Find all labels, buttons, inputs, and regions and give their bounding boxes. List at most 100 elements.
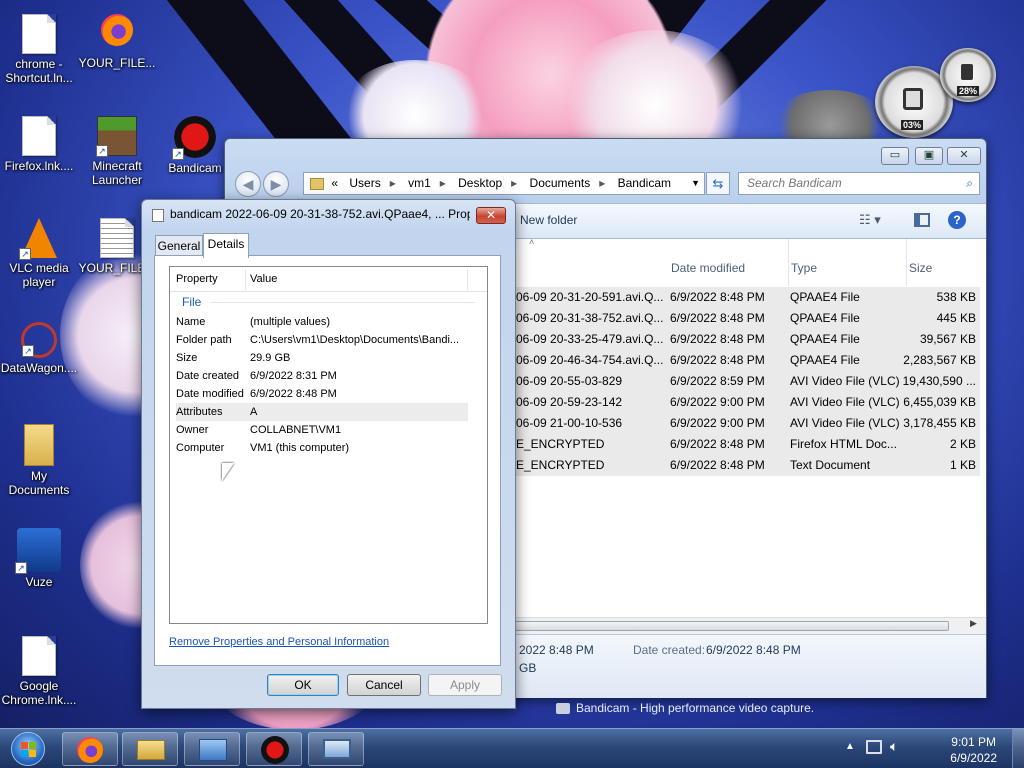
scrollbar-thumb[interactable] (511, 621, 949, 631)
desktop-icon-bandicam[interactable]: ↗ Bandicam (156, 116, 234, 175)
breadcrumb-users[interactable]: Users (349, 173, 380, 194)
search-placeholder: Search Bandicam (747, 176, 842, 190)
show-desktop-button[interactable] (1012, 729, 1024, 768)
taskbar-explorer[interactable] (122, 732, 178, 766)
dialog-file-icon (152, 209, 164, 222)
dialog-close-button[interactable]: ✕ (476, 207, 506, 224)
refresh-button[interactable]: ⇆ (706, 172, 730, 195)
taskbar: ▲ 🔈︎ 9:01 PM 6/9/2022 (0, 728, 1024, 768)
view-options-icon[interactable]: ☷ ▾ (859, 212, 881, 228)
file-type: AVI Video File (VLC) (790, 374, 900, 388)
property-row-name[interactable]: Name (multiple values) (176, 313, 468, 331)
scroll-right-icon[interactable]: ▶ (970, 618, 977, 629)
network-icon[interactable] (866, 740, 882, 754)
breadcrumb-documents[interactable]: Documents (530, 173, 591, 194)
desktop-icon-my-documents[interactable]: My Documents (0, 424, 78, 497)
minimize-button[interactable]: ▭ (881, 147, 909, 165)
column-header-size[interactable]: Size (909, 239, 980, 286)
breadcrumb-vm1[interactable]: vm1 (408, 173, 431, 194)
desktop-icon-label: Vuze (25, 575, 53, 589)
column-header-date-modified[interactable]: Date modified (671, 239, 789, 286)
desktop-icon-label: VLC media player (9, 261, 69, 289)
shortcut-arrow-icon: ↗ (172, 148, 184, 160)
column-header-type[interactable]: Type (791, 239, 907, 286)
property-value: 6/9/2022 8:48 PM (250, 388, 337, 400)
breadcrumb-overflow[interactable]: « (331, 173, 338, 194)
breadcrumb-bandicam[interactable]: Bandicam (618, 173, 671, 194)
desktop-icon-minecraft[interactable]: ↗ Minecraft Launcher (78, 116, 156, 187)
property-key: Date modified (176, 388, 244, 400)
shortcut-arrow-icon: ↗ (22, 345, 34, 357)
property-row-size[interactable]: Size 29.9 GB (176, 349, 468, 367)
minecraft-icon: ↗ (96, 116, 137, 157)
close-button[interactable]: ✕ (947, 147, 981, 165)
property-row-folder-path[interactable]: Folder path C:\Users\vm1\Desktop\Documen… (176, 331, 468, 349)
property-value: A (250, 406, 258, 418)
column-header-property[interactable]: Property (176, 273, 246, 285)
taskbar-bandicam[interactable] (246, 732, 302, 766)
property-row-attributes[interactable]: Attributes A (176, 403, 468, 421)
taskbar-firefox[interactable] (62, 732, 118, 766)
desktop-icon-google-chrome-lnk[interactable]: Google Chrome.lnk.... (0, 636, 78, 707)
search-input[interactable]: Search Bandicam ⌕ (738, 172, 980, 195)
ok-button[interactable]: OK (267, 674, 339, 696)
maximize-button[interactable]: ▣ (915, 147, 943, 165)
property-row-date-modified[interactable]: Date modified 6/9/2022 8:48 PM (176, 385, 468, 403)
desktop-icon-label: My Documents (8, 469, 70, 497)
tab-details[interactable]: Details (203, 233, 249, 258)
address-bar[interactable]: « Users ▸ vm1 ▸ Desktop ▸ Documents ▸ Bandic… (303, 172, 705, 195)
property-value: 29.9 GB (250, 352, 291, 364)
remove-properties-link[interactable]: Remove Properties and Personal Informati… (169, 636, 389, 648)
header-divider (467, 269, 468, 290)
property-value: C:\Users\vm1\Desktop\Documents\Bandi... (250, 334, 460, 346)
tab-general[interactable]: General (155, 235, 203, 257)
desktop-icon-vlc[interactable]: ↗ VLC media player (0, 218, 78, 289)
tray-expand-icon[interactable]: ▲ (845, 741, 855, 752)
properties-dialog[interactable]: bandicam 2022-06-09 20-31-38-752.avi.QPa… (141, 199, 516, 709)
property-list[interactable]: Property Value File Name (multiple value… (169, 266, 488, 624)
file-size: 2,283,567 KB (903, 353, 976, 367)
preview-pane-icon[interactable] (914, 213, 930, 227)
start-button[interactable] (4, 729, 52, 768)
new-folder-button[interactable]: New folder (520, 213, 577, 227)
taskbar-control-panel[interactable] (184, 732, 240, 766)
details-tab-panel: Property Value File Name (multiple value… (154, 255, 501, 666)
header-divider (245, 269, 246, 290)
column-header-value[interactable]: Value (250, 273, 277, 285)
file-name: E_ENCRYPTED (516, 458, 605, 472)
desktop-icon-datawagon[interactable]: ↗ DataWagon.... (0, 322, 78, 375)
vlc-icon: ↗ (19, 218, 57, 260)
memory-value: 28% (957, 86, 980, 96)
desktop-icon-firefox-lnk[interactable]: Firefox.lnk.... (0, 116, 78, 173)
property-value: VM1 (this computer) (250, 442, 350, 454)
volume-icon[interactable]: 🔈︎ (890, 738, 898, 755)
desktop-icon-vuze[interactable]: ↗ Vuze (0, 528, 78, 589)
shortcut-arrow-icon: ↗ (96, 145, 108, 157)
property-row-computer[interactable]: Computer VM1 (this computer) (176, 439, 468, 457)
taskbar-clock[interactable]: 9:01 PM 6/9/2022 (950, 734, 997, 766)
forward-button[interactable]: ▶ (263, 171, 289, 197)
desktop-icon-your-file-firefox[interactable]: YOUR_FILE... (78, 14, 156, 70)
message-icon (556, 703, 570, 715)
file-name: 06-09 20-46-34-754.avi.Q... (516, 353, 664, 367)
search-icon[interactable]: ⌕ (966, 173, 973, 194)
control-panel-icon (199, 739, 227, 761)
property-row-date-created[interactable]: Date created 6/9/2022 8:31 PM (176, 367, 468, 385)
property-key: Owner (176, 424, 209, 436)
property-value: 6/9/2022 8:31 PM (250, 370, 337, 382)
apply-button[interactable]: Apply (428, 674, 502, 696)
file-size: 445 KB (936, 311, 976, 325)
file-date: 6/9/2022 9:00 PM (670, 416, 765, 430)
property-row-owner[interactable]: Owner COLLABNET\VM1 (176, 421, 468, 439)
cancel-button[interactable]: Cancel (347, 674, 421, 696)
address-dropdown-icon[interactable]: ▼ (691, 173, 700, 194)
desktop-icon-chrome-shortcut[interactable]: chrome - Shortcut.ln... (0, 14, 78, 85)
bandicam-icon: ↗ (172, 116, 216, 160)
desktop-icon-label: DataWagon.... (0, 361, 78, 375)
back-button[interactable]: ◀ (235, 171, 261, 197)
record-icon (261, 736, 289, 764)
help-icon[interactable]: ? (948, 211, 966, 229)
file-type: AVI Video File (VLC) (790, 416, 900, 430)
breadcrumb-desktop[interactable]: Desktop (458, 173, 502, 194)
taskbar-remote-desktop[interactable] (308, 732, 364, 766)
